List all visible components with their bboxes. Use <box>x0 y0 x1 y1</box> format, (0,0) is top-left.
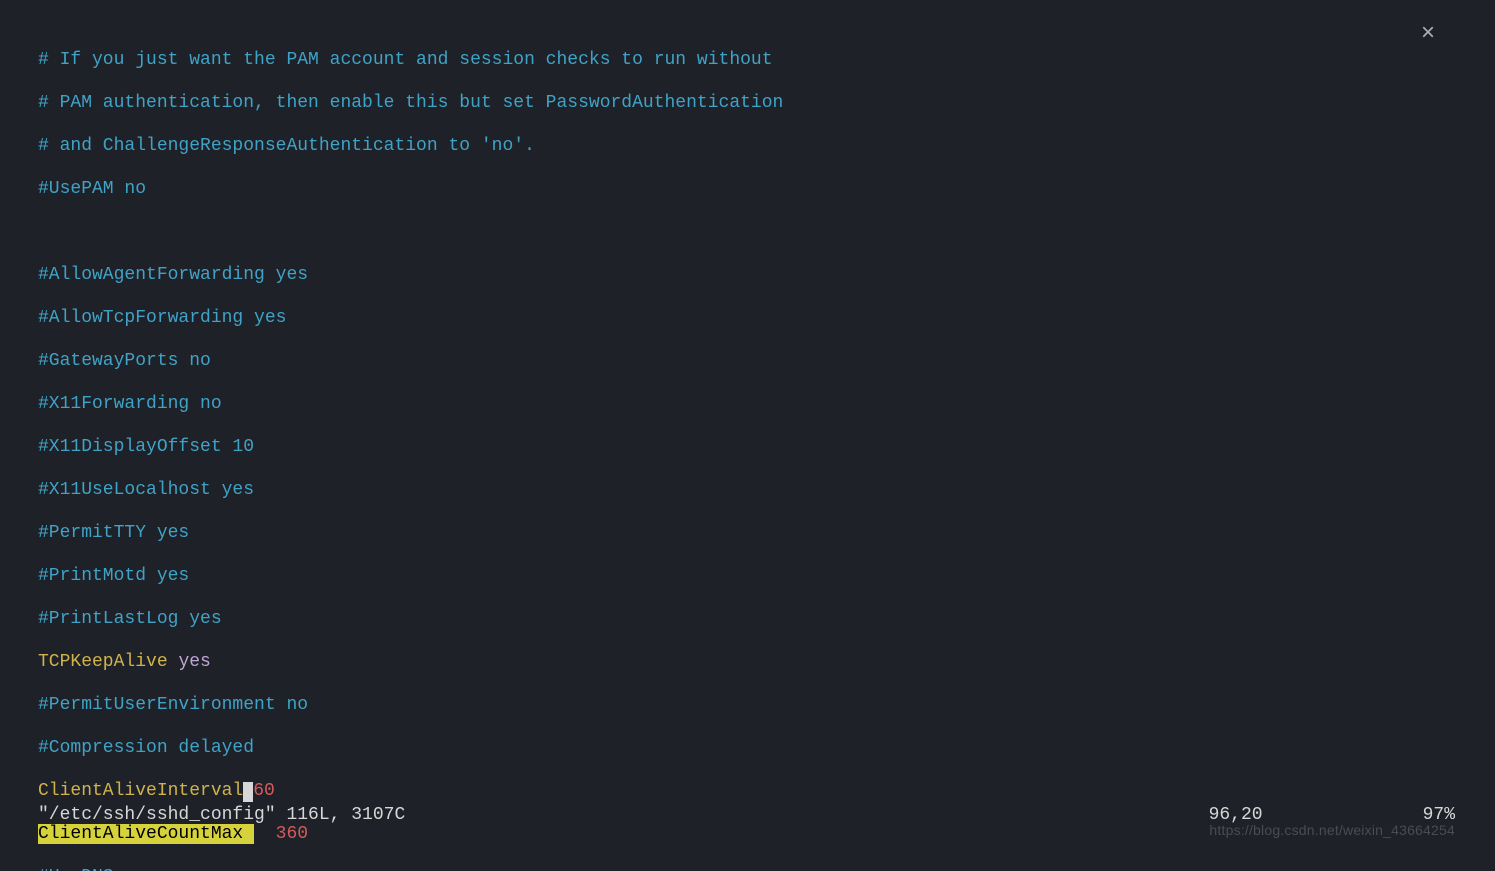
code-line: #PrintLastLog yes <box>38 609 222 629</box>
code-line: #AllowTcpForwarding yes <box>38 308 286 328</box>
code-line: #UsePAM no <box>38 179 146 199</box>
config-key-clientalivecountmax: ClientAliveCountMax <box>38 824 254 844</box>
code-line: #X11DisplayOffset 10 <box>38 437 254 457</box>
code-line: # If you just want the PAM account and s… <box>38 50 773 70</box>
config-key-clientaliveinterval: ClientAliveInterval <box>38 781 243 801</box>
code-line: #PermitTTY yes <box>38 523 189 543</box>
config-key-tcpkeepalive: TCPKeepAlive <box>38 652 168 672</box>
code-line: #Compression delayed <box>38 738 254 758</box>
code-line: #PrintMotd yes <box>38 566 189 586</box>
watermark-text: https://blog.csdn.net/weixin_43664254 <box>1209 820 1455 842</box>
code-line: #X11Forwarding no <box>38 394 222 414</box>
code-line: #AllowAgentForwarding yes <box>38 265 308 285</box>
editor-viewport[interactable]: # If you just want the PAM account and s… <box>38 28 1495 871</box>
config-value: 360 <box>276 824 308 844</box>
code-line: # PAM authentication, then enable this b… <box>38 93 783 113</box>
cursor <box>243 782 253 802</box>
config-value: 60 <box>253 781 275 801</box>
code-line: #UseDNS no <box>38 867 146 871</box>
code-line: #PermitUserEnvironment no <box>38 695 308 715</box>
config-value: yes <box>178 652 210 672</box>
code-line: # and ChallengeResponseAuthentication to… <box>38 136 535 156</box>
code-line: #X11UseLocalhost yes <box>38 480 254 500</box>
code-line: #GatewayPorts no <box>38 351 211 371</box>
status-file-info: "/etc/ssh/sshd_config" 116L, 3107C <box>38 805 405 827</box>
